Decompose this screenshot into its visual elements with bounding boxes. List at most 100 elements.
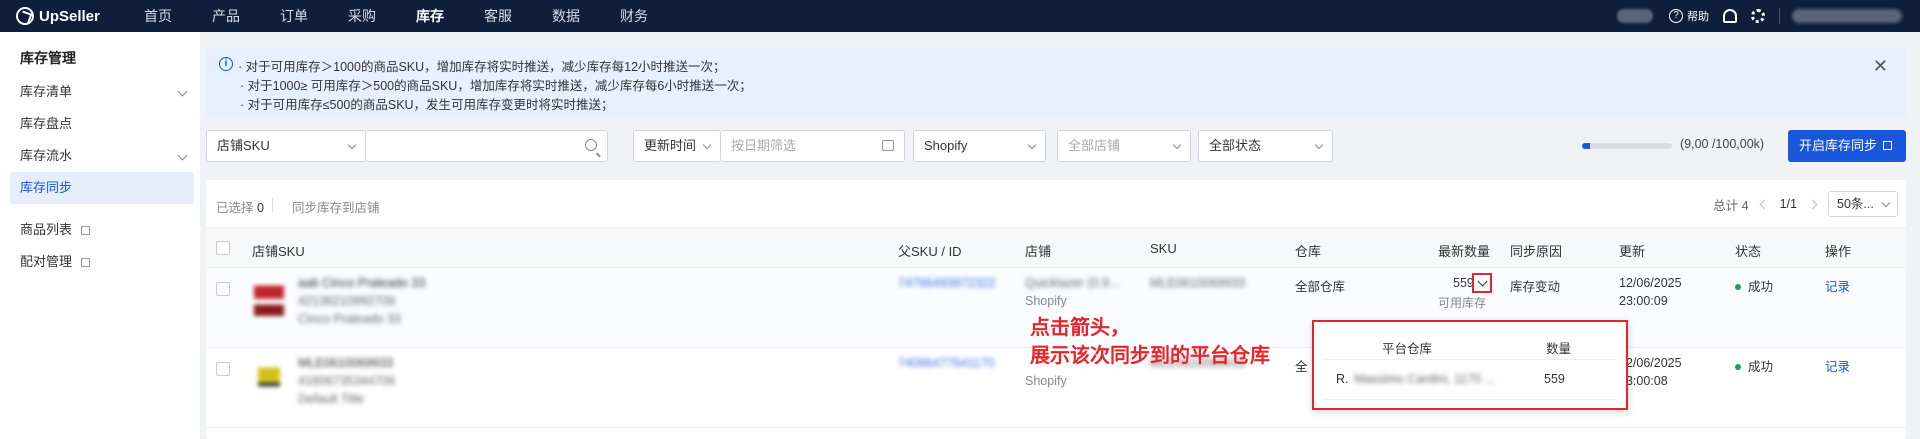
brand-logo[interactable]: UpSeller: [16, 7, 126, 25]
nav-item-customer-service[interactable]: 客服: [484, 0, 512, 32]
selected-count: 已选择 0: [216, 201, 264, 215]
enable-inventory-sync-button[interactable]: 开启库存同步: [1788, 130, 1906, 162]
sync-quota-fill: [1582, 143, 1591, 149]
nav-item-products[interactable]: 产品: [212, 0, 240, 32]
close-icon[interactable]: ✕: [1873, 56, 1888, 77]
row-checkbox[interactable]: [216, 282, 230, 296]
product-thumbnail: [258, 358, 280, 396]
sync-quota-text: (9,00 /100,00k): [1680, 137, 1765, 151]
chevron-down-icon: [1027, 140, 1037, 150]
sku-id: 41806735344706: [298, 374, 396, 388]
sidebar-item-label: 库存同步: [20, 180, 73, 195]
next-page-icon[interactable]: [1807, 199, 1818, 209]
parent-sku-link[interactable]: 74066477641170: [898, 356, 994, 370]
expand-warehouse-arrow-icon[interactable]: [1472, 273, 1492, 293]
store-placeholder: 全部店铺: [1068, 138, 1121, 153]
sync-records-panel: 已选择 0 同步库存到店铺 总计 4 1/1 50条... 店铺SKU 父SKU…: [206, 180, 1906, 439]
sku-type-select[interactable]: 店铺SKU: [206, 130, 366, 162]
col-updated: 更新: [1619, 244, 1646, 259]
main-menu: 首页 产品 订单 采购 库存 客服 数据 财务: [144, 0, 688, 32]
platform-value: Shopify: [924, 138, 968, 153]
time-type-value: 更新时间: [644, 138, 697, 153]
product-thumbnail: [254, 278, 284, 316]
nav-item-purchase[interactable]: 采购: [348, 0, 376, 32]
date-filter-input[interactable]: 按日期筛选: [721, 130, 905, 162]
record-link[interactable]: 记录: [1825, 356, 1850, 375]
calendar-icon: [882, 140, 894, 151]
page-indicator: 1/1: [1779, 197, 1797, 211]
sidebar-item-inventory-sync[interactable]: 库存同步: [10, 172, 194, 204]
nav-item-orders[interactable]: 订单: [280, 0, 308, 32]
popover-table: 平台仓库 数量 R. Massimo Cardini, 1170 ... 559: [1322, 330, 1618, 402]
nav-right-tools: ? 帮助: [1617, 0, 1920, 32]
date-placeholder: 按日期筛选: [731, 138, 797, 153]
sku-code: MLE0610069933: [1150, 276, 1246, 290]
sku-variant: Cinco Praleado 33: [298, 312, 401, 326]
popover-col-qty: 数量: [1546, 342, 1572, 356]
pagination: 总计 4 1/1 50条...: [1713, 190, 1906, 218]
sidebar-item-label: 库存清单: [20, 84, 73, 99]
warehouse-name: Massimo Cardini, 1170 ...: [1354, 372, 1495, 386]
select-all-checkbox[interactable]: [216, 241, 230, 255]
sidebar-item-stocktake[interactable]: 库存盘点: [10, 108, 194, 140]
success-dot-icon: [1735, 364, 1741, 370]
table-header: 店铺SKU 父SKU / ID 店铺 SKU 仓库 最新数量 同步原因 更新 状…: [206, 228, 1906, 268]
sidebar-item-label: 库存盘点: [20, 116, 73, 131]
store-select[interactable]: 全部店铺: [1057, 130, 1191, 162]
search-icon[interactable]: [585, 139, 597, 151]
status-value: 全部状态: [1209, 138, 1262, 153]
status-select[interactable]: 全部状态: [1198, 130, 1333, 162]
sync-rules-notice: i · 对于可用库存＞1000的商品SKU，增加库存将实时推送，减少库存每12小…: [206, 48, 1906, 118]
sync-to-store-button[interactable]: 同步库存到店铺: [292, 197, 380, 216]
col-warehouse: 仓库: [1295, 244, 1322, 259]
qty-sub-label: 可用库存: [1438, 296, 1487, 310]
col-actions: 操作: [1825, 244, 1852, 259]
row-checkbox[interactable]: [216, 362, 230, 376]
col-sku: SKU: [1150, 241, 1177, 256]
warehouse-name: 全部仓库: [1295, 280, 1346, 294]
gear-icon[interactable]: [1751, 9, 1765, 23]
page-size-select[interactable]: 50条...: [1828, 191, 1898, 217]
sidebar-item-product-list[interactable]: 商品列表: [10, 214, 194, 246]
time-type-select[interactable]: 更新时间: [633, 130, 721, 162]
notice-line: · 对于1000≥ 可用库存＞500的商品SKU，增加库存将实时推送，减少库存每…: [240, 79, 752, 93]
table-toolbar: 已选择 0 同步库存到店铺 总计 4 1/1 50条...: [206, 180, 1906, 228]
platform-select[interactable]: Shopify: [913, 130, 1046, 162]
help-button[interactable]: ? 帮助: [1669, 8, 1709, 24]
warehouse-name: 全: [1295, 360, 1308, 374]
nav-item-data[interactable]: 数据: [552, 0, 580, 32]
upseller-logo-icon: [16, 7, 34, 25]
nav-item-home[interactable]: 首页: [144, 0, 172, 32]
update-date: 12/06/2025: [1619, 356, 1682, 370]
chevron-down-icon: [1172, 140, 1182, 150]
external-link-icon: [80, 226, 90, 235]
chevron-down-icon: [1881, 198, 1891, 208]
sidebar-item-inventory-list[interactable]: 库存清单: [10, 76, 194, 108]
help-icon: ?: [1669, 9, 1683, 23]
prev-page-icon[interactable]: [1759, 199, 1770, 209]
user-account-menu[interactable]: [1792, 9, 1902, 23]
platform-warehouse-popover: 平台仓库 数量 R. Massimo Cardini, 1170 ... 559: [1312, 320, 1628, 410]
warehouse-prefix: R.: [1336, 372, 1349, 386]
parent-sku-link[interactable]: 74766493872322: [898, 276, 995, 290]
status-badge: 成功: [1735, 356, 1773, 375]
top-navigation-bar: UpSeller 首页 产品 订单 采购 库存 客服 数据 财务 ? 帮助: [0, 0, 1920, 32]
language-selector[interactable]: [1617, 9, 1653, 23]
col-parent-sku: 父SKU / ID: [898, 244, 962, 259]
external-link-icon: [1883, 141, 1893, 150]
sidebar-item-label: 商品列表: [20, 222, 73, 237]
sync-quota-progress: [1582, 143, 1672, 149]
chevron-down-icon: [177, 150, 188, 161]
update-time: 23:00:09: [1619, 294, 1668, 308]
bell-icon[interactable]: [1723, 9, 1737, 23]
nav-item-finance[interactable]: 财务: [620, 0, 648, 32]
record-link[interactable]: 记录: [1825, 276, 1850, 295]
sku-variant: Default Title: [298, 392, 365, 406]
sidebar-item-pairing-management[interactable]: 配对管理: [10, 246, 194, 278]
sku-type-value: 店铺SKU: [217, 138, 270, 153]
nav-item-inventory[interactable]: 库存: [416, 0, 444, 32]
toolbar-divider: [272, 198, 273, 212]
sidebar: 库存管理 库存清单 库存盘点 库存流水 库存同步 商品列表 配对管理: [0, 32, 200, 439]
sku-search-input[interactable]: [366, 130, 608, 162]
sidebar-item-inventory-flow[interactable]: 库存流水: [10, 140, 194, 172]
